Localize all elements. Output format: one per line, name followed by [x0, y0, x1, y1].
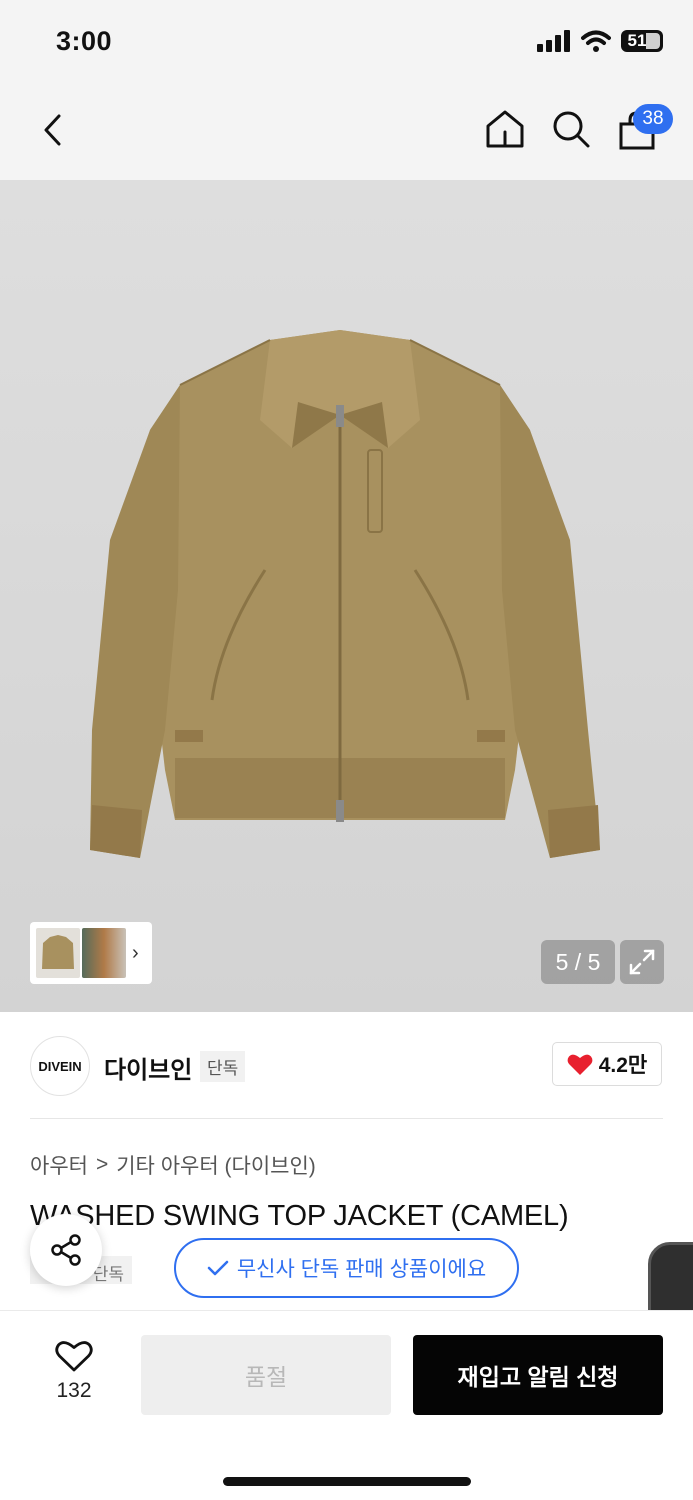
- wishlist-button[interactable]: 132: [44, 1339, 104, 1403]
- top-nav-bar: [0, 84, 693, 180]
- home-indicator: [223, 1477, 471, 1486]
- product-title: WASHED SWING TOP JACKET (CAMEL): [30, 1200, 569, 1232]
- heart-filled-icon: [567, 1054, 593, 1075]
- check-icon: [207, 1260, 229, 1276]
- home-icon[interactable]: [484, 108, 526, 150]
- status-icons: 51: [537, 30, 663, 52]
- exclusive-notice-text: 무신사 단독 판매 상품이에요: [236, 1258, 487, 1281]
- jacket-product-image: [90, 330, 600, 858]
- status-bar: 3:00 51: [0, 0, 693, 84]
- divider: [30, 1118, 663, 1119]
- status-time: 3:00: [56, 26, 113, 56]
- signal-icon: [537, 30, 570, 52]
- chevron-right-icon[interactable]: ›: [132, 942, 139, 965]
- breadcrumb-outer[interactable]: 아우터: [30, 1150, 88, 1180]
- thumbnail-strip[interactable]: ›: [30, 922, 152, 984]
- back-arrow-icon[interactable]: [34, 110, 74, 150]
- wishlist-count: 132: [56, 1379, 92, 1402]
- share-button[interactable]: [30, 1214, 102, 1286]
- brand-exclusive-tag: 단독: [200, 1051, 246, 1082]
- restock-alert-button[interactable]: 재입고 알림 신청: [413, 1335, 663, 1415]
- bottom-action-bar: 132 품절 재입고 알림 신청: [0, 1310, 693, 1500]
- heart-outline-icon: [55, 1341, 93, 1372]
- search-icon[interactable]: [550, 108, 592, 150]
- exclusive-notice-pill: 무신사 단독 판매 상품이에요: [174, 1238, 519, 1298]
- brand-name[interactable]: 다이브인: [104, 1050, 192, 1085]
- battery-level: 51: [627, 31, 647, 50]
- brand-logo[interactable]: DIVEIN: [30, 1036, 90, 1096]
- product-image-gallery[interactable]: › 5 / 5: [0, 180, 693, 1012]
- battery-icon: 51: [621, 30, 663, 52]
- expand-icon[interactable]: [620, 940, 664, 984]
- wifi-icon: [581, 30, 611, 52]
- brand-like-count: 4.2만: [598, 1054, 648, 1077]
- breadcrumb-other-outer[interactable]: 기타 아우터 (다이브인): [116, 1150, 316, 1180]
- brand-like-button[interactable]: 4.2만: [552, 1042, 662, 1086]
- cart-count-badge: 38: [633, 104, 673, 134]
- image-page-counter: 5 / 5: [541, 940, 615, 984]
- thumbnail-jacket[interactable]: [36, 928, 80, 978]
- thumbnail-model[interactable]: [82, 928, 126, 978]
- breadcrumb-separator: >: [95, 1153, 109, 1176]
- soldout-button: 품절: [141, 1335, 391, 1415]
- breadcrumb: 아우터 > 기타 아우터 (다이브인): [30, 1150, 316, 1180]
- share-icon: [51, 1234, 81, 1266]
